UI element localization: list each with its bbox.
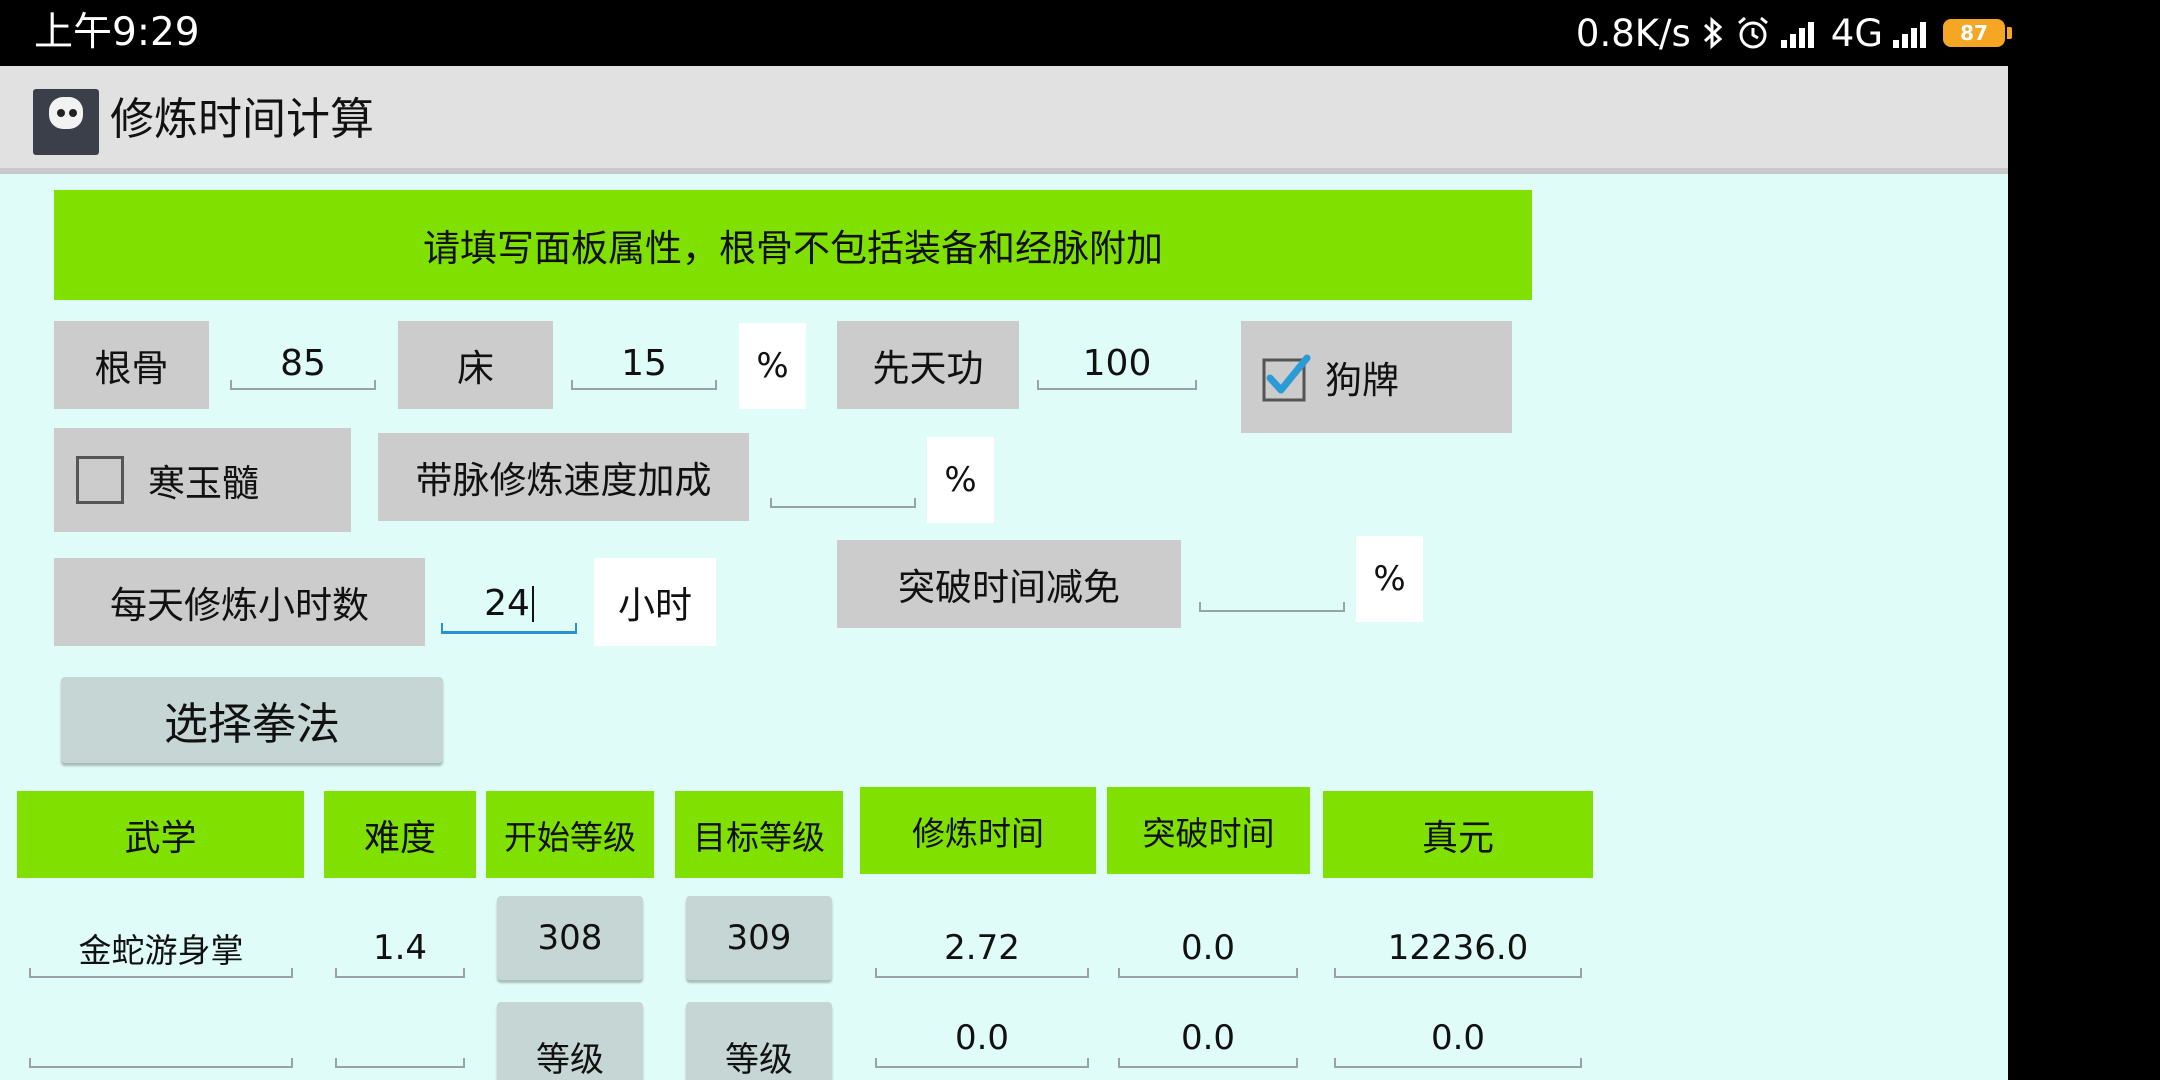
gengu-input[interactable]: 85 [230, 338, 376, 390]
text-cursor [531, 585, 534, 622]
header-wuxue: 武学 [17, 791, 304, 878]
xiantian-label: 先天功 [837, 321, 1019, 409]
app-title: 修炼时间计算 [110, 94, 374, 145]
checkbox-checked-icon[interactable] [1261, 352, 1311, 402]
header-target-level: 目标等级 [675, 791, 843, 878]
header-break-time: 突破时间 [1107, 787, 1310, 874]
hours-value: 24 [484, 583, 530, 624]
app-window: 修炼时间计算 请填写面板属性，根骨不包括装备和经脉附加 根骨 85 床 15 %… [0, 66, 2008, 1080]
battery-tip [2007, 27, 2012, 39]
status-bar: 上午9:29 0.8K/s 4G 87 [0, 0, 2160, 66]
header-difficulty: 难度 [324, 791, 476, 878]
row1-break-time: 0.0 [1118, 920, 1298, 978]
row2-zhenyuan: 0.0 [1334, 1010, 1582, 1068]
row1-name: 金蛇游身掌 [29, 920, 293, 978]
battery-icon: 87 [1943, 19, 2005, 47]
row2-start-level-button[interactable]: 等级 [497, 1002, 643, 1080]
network-type: 4G [1830, 11, 1883, 55]
action-bar: 修炼时间计算 [0, 66, 2008, 174]
gengu-label: 根骨 [54, 321, 209, 409]
bluetooth-icon [1703, 16, 1723, 50]
hanyusui-label: 寒玉髓 [148, 462, 259, 505]
row1-start-level-button[interactable]: 308 [497, 896, 643, 980]
chuang-percent-label: % [739, 323, 806, 409]
daimai-percent-label: % [927, 437, 994, 523]
goupai-checkbox-row[interactable]: 狗牌 [1241, 321, 1512, 433]
instruction-banner: 请填写面板属性，根骨不包括装备和经脉附加 [54, 190, 1532, 300]
nav-area [2008, 66, 2160, 1080]
alarm-icon [1737, 16, 1768, 49]
row2-train-time: 0.0 [875, 1010, 1089, 1068]
header-train-time: 修炼时间 [860, 787, 1096, 874]
hours-unit-label: 小时 [594, 558, 716, 646]
header-zhenyuan: 真元 [1323, 791, 1593, 878]
checkbox-unchecked-icon[interactable] [76, 456, 124, 504]
daimai-input[interactable] [770, 456, 916, 508]
daimai-label: 带脉修炼速度加成 [378, 433, 749, 521]
signal-icon [1780, 18, 1821, 48]
row1-target-level-button[interactable]: 309 [686, 896, 832, 980]
row1-zhenyuan: 12236.0 [1334, 920, 1582, 978]
signal-icon-2 [1893, 18, 1933, 48]
hanyusui-checkbox-row[interactable]: 寒玉髓 [54, 428, 351, 532]
row1-train-time: 2.72 [875, 920, 1089, 978]
app-icon [33, 89, 99, 155]
tupo-input[interactable] [1199, 560, 1345, 612]
select-quanfa-button[interactable]: 选择拳法 [61, 677, 443, 763]
chuang-input[interactable]: 15 [571, 338, 717, 390]
net-speed: 0.8K/s [1575, 11, 1691, 55]
row2-name [29, 1010, 293, 1068]
chuang-label: 床 [398, 321, 553, 409]
row2-difficulty [335, 1010, 465, 1068]
tupo-percent-label: % [1356, 536, 1423, 622]
tupo-label: 突破时间减免 [837, 540, 1181, 628]
row2-target-level-button[interactable]: 等级 [686, 1002, 832, 1080]
status-time: 上午9:29 [34, 10, 200, 55]
xiantian-input[interactable]: 100 [1037, 338, 1197, 390]
row2-break-time: 0.0 [1118, 1010, 1298, 1068]
status-icons: 0.8K/s 4G 87 [1576, 8, 2012, 58]
header-start-level: 开始等级 [486, 791, 654, 878]
goupai-label: 狗牌 [1325, 359, 1399, 402]
hours-label: 每天修炼小时数 [54, 558, 425, 646]
hours-input[interactable]: 24 [441, 576, 577, 634]
row1-difficulty: 1.4 [335, 920, 465, 978]
